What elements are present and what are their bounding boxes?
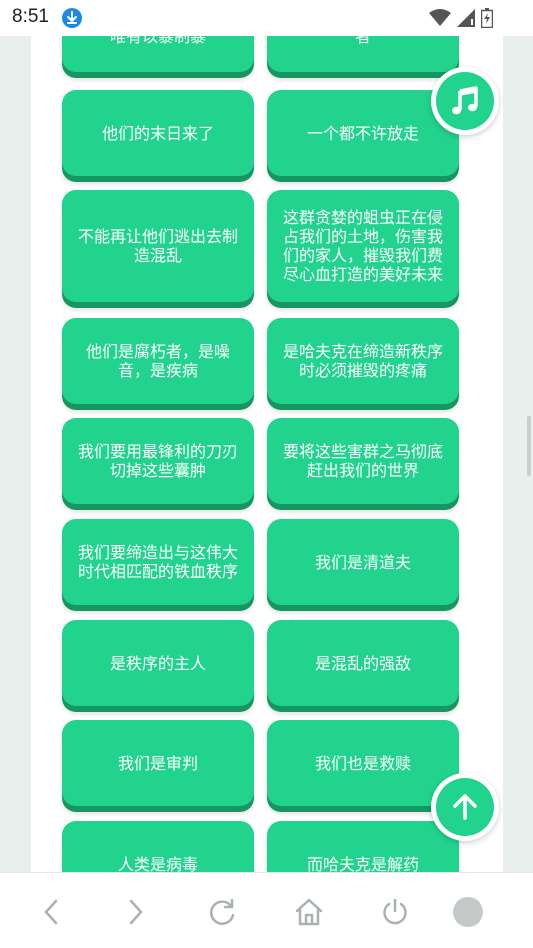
phrase-card[interactable]: 是哈夫克在缔造新秩序时必须摧毁的疼痛	[267, 318, 459, 404]
phrase-card[interactable]: 者	[267, 36, 459, 72]
phrase-card[interactable]: 他们的末日来了	[62, 90, 254, 176]
phrase-card[interactable]: 我们要缔造出与这伟大时代相匹配的铁血秩序	[62, 519, 254, 605]
forward-icon	[129, 899, 143, 925]
scrollbar-thumb[interactable]	[527, 416, 531, 476]
status-time: 8:51	[12, 6, 49, 27]
back-icon	[44, 899, 58, 925]
back-button[interactable]	[34, 895, 68, 929]
phrase-card[interactable]: 我们是清道夫	[267, 519, 459, 605]
refresh-button[interactable]	[205, 895, 239, 929]
content-panel: 唯有以暴制暴 者 他们的末日来了 一个都不许放走 不能再让他们逃出去制造混乱 这…	[31, 36, 503, 872]
music-button[interactable]	[431, 67, 499, 135]
phrase-card[interactable]: 不能再让他们逃出去制造混乱	[62, 190, 254, 302]
phrase-card[interactable]: 是混乱的强敌	[267, 620, 459, 706]
phrase-card[interactable]: 是秩序的主人	[62, 620, 254, 706]
power-button[interactable]	[378, 895, 412, 929]
phrase-card[interactable]: 他们是腐朽者，是噪音，是疾病	[62, 318, 254, 404]
content-area[interactable]: 唯有以暴制暴 者 他们的末日来了 一个都不许放走 不能再让他们逃出去制造混乱 这…	[0, 36, 533, 872]
status-bar: 8:51	[0, 0, 533, 36]
browser-nav-bar	[0, 872, 533, 948]
phrase-card[interactable]: 我们要用最锋利的刀刃切掉这些囊肿	[62, 418, 254, 504]
phrase-card[interactable]: 这群贪婪的蛆虫正在侵占我们的土地，伤害我们的家人，摧毁我们费尽心血打造的美好未来	[267, 190, 459, 302]
tabs-button[interactable]	[451, 895, 485, 929]
wifi-icon	[429, 9, 451, 26]
arrow-up-icon	[453, 794, 477, 820]
battery-icon	[481, 8, 493, 28]
music-note-icon	[452, 86, 478, 115]
download-icon	[62, 8, 82, 28]
phrase-card[interactable]: 要将这些害群之马彻底赶出我们的世界	[267, 418, 459, 504]
signal-icon	[457, 9, 475, 27]
power-icon	[383, 898, 407, 925]
back-to-top-button[interactable]	[431, 773, 499, 841]
phrase-card[interactable]: 人类是病毒	[62, 821, 254, 872]
refresh-icon	[210, 898, 235, 925]
phrase-card[interactable]: 唯有以暴制暴	[62, 36, 254, 72]
forward-button[interactable]	[119, 895, 153, 929]
phrase-card[interactable]: 而哈夫克是解药	[267, 821, 459, 872]
phrase-card[interactable]: 我们是审判	[62, 720, 254, 806]
phrase-card[interactable]: 我们也是救赎	[267, 720, 459, 806]
home-icon	[295, 898, 323, 926]
tabs-icon	[453, 897, 483, 927]
home-button[interactable]	[292, 895, 326, 929]
